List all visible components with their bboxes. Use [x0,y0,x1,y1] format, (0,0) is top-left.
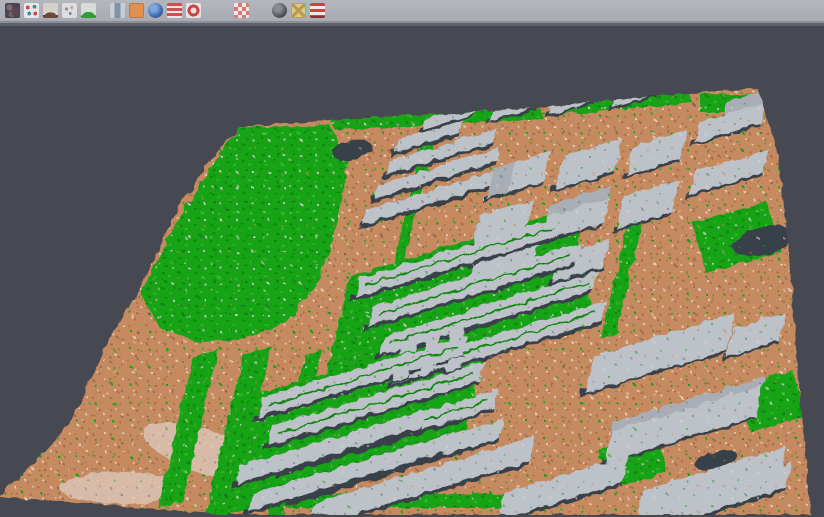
dark-sphere-icon[interactable] [272,3,287,18]
viewport-3d[interactable] [0,26,824,515]
main-toolbar [0,0,824,23]
application-window [0,0,824,517]
selection-brackets-icon[interactable] [205,3,220,18]
point-cloud-icon[interactable] [5,3,20,18]
classification-palette-icon[interactable] [253,3,268,18]
colored-points-icon[interactable] [24,3,39,18]
profile-bar-icon[interactable] [110,3,125,18]
green-terrain-icon[interactable] [81,3,96,18]
red-circle-icon[interactable] [186,3,201,18]
terrain-mound-icon[interactable] [43,3,58,18]
point-cloud-canvas[interactable] [0,26,824,515]
globe-icon[interactable] [148,3,163,18]
point-cloud-terrain [0,26,824,515]
yellow-crate-icon[interactable] [291,3,306,18]
sparse-points-icon[interactable] [62,3,77,18]
noise-overlay [0,26,824,515]
checker-grid-icon[interactable] [234,3,249,18]
orange-square-icon[interactable] [129,3,144,18]
red-flag-icon[interactable] [310,3,325,18]
red-layers-icon[interactable] [167,3,182,18]
